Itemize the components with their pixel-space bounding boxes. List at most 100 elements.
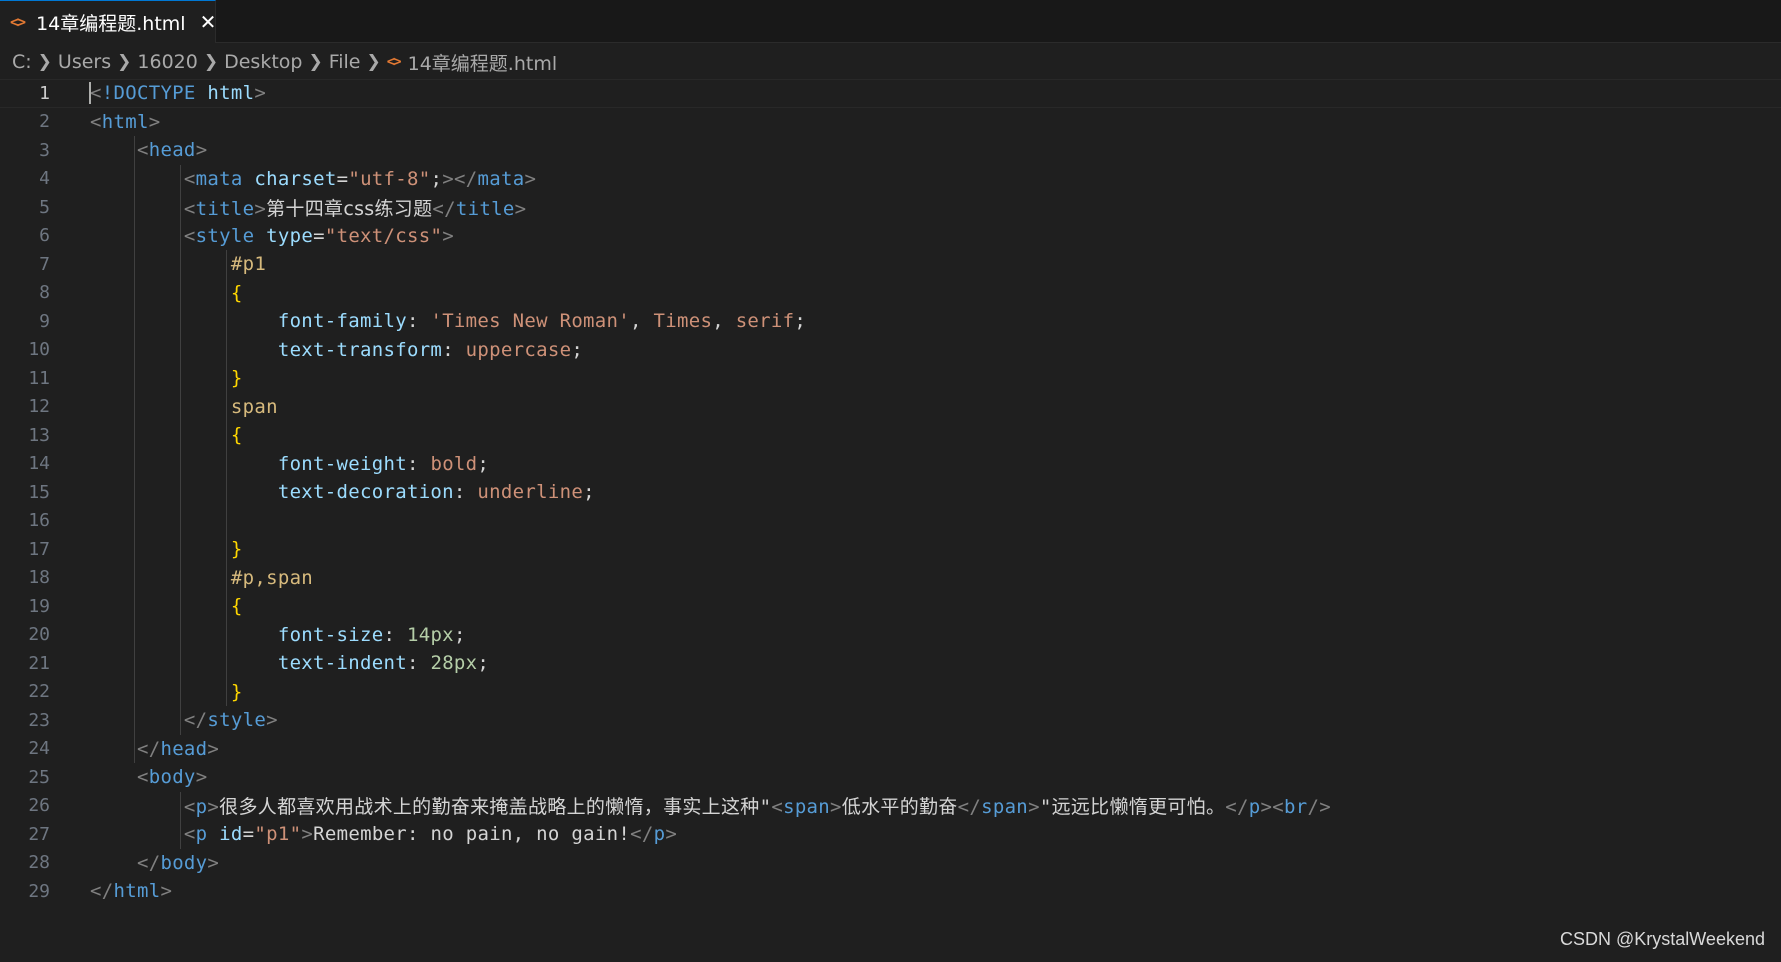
code-text: #p,span — [90, 567, 313, 589]
code-token: 远远比懒惰更可怕。 — [1051, 796, 1226, 819]
line-number[interactable]: 2 — [0, 111, 50, 132]
line-number[interactable]: 11 — [0, 368, 50, 389]
line-number[interactable]: 13 — [0, 425, 50, 446]
code-token: "utf-8" — [348, 167, 431, 190]
code-line[interactable]: 7 #p1 — [0, 250, 1781, 279]
line-number[interactable]: 16 — [0, 510, 50, 531]
code-token: " — [1039, 796, 1052, 819]
code-token: span — [230, 395, 278, 418]
line-number[interactable]: 17 — [0, 539, 50, 560]
code-line[interactable]: 8 { — [0, 279, 1781, 308]
line-number[interactable]: 18 — [0, 567, 50, 588]
code-token: "text/css" — [324, 224, 443, 247]
code-token: < — [136, 766, 149, 789]
code-token: p — [653, 823, 666, 846]
code-line[interactable]: 12 span — [0, 393, 1781, 422]
line-number[interactable]: 19 — [0, 596, 50, 617]
line-number[interactable]: 24 — [0, 738, 50, 759]
code-token: Times — [653, 310, 713, 333]
breadcrumb-item-users[interactable]: Users — [58, 51, 111, 73]
line-number[interactable]: 20 — [0, 624, 50, 645]
code-line[interactable]: 25 <body> — [0, 763, 1781, 792]
code-line[interactable]: 14 font-weight: bold; — [0, 450, 1781, 479]
code-token: html — [101, 110, 149, 133]
code-line[interactable]: 10 text-transform: uppercase; — [0, 336, 1781, 365]
code-token: < — [183, 796, 196, 819]
code-line[interactable]: 15 text-decoration: underline; — [0, 478, 1781, 507]
line-number[interactable]: 12 — [0, 396, 50, 417]
code-line[interactable]: 6 <style type="text/css"> — [0, 222, 1781, 251]
code-token: , — [712, 310, 736, 333]
code-token: { — [230, 281, 243, 304]
code-line[interactable]: 2 <html> — [0, 108, 1781, 137]
code-line[interactable]: 29 </html> — [0, 877, 1781, 906]
code-line[interactable]: 5 <title>第十四章css练习题</title> — [0, 193, 1781, 222]
code-token: </ — [136, 737, 161, 760]
tab-label: 14章编程题.html — [36, 12, 186, 35]
code-editor[interactable]: 1 <!DOCTYPE html> 2 <html> 3 <head> 4 <mata c… — [0, 79, 1781, 962]
code-token: : — [406, 452, 431, 475]
line-number[interactable]: 21 — [0, 653, 50, 674]
line-number[interactable]: 6 — [0, 225, 50, 246]
line-number[interactable]: 26 — [0, 795, 50, 816]
close-icon[interactable]: ✕ — [200, 10, 217, 34]
line-number[interactable]: 27 — [0, 824, 50, 845]
code-token: 低水平的勤奋 — [841, 796, 958, 819]
line-number[interactable]: 23 — [0, 710, 50, 731]
line-number[interactable]: 4 — [0, 168, 50, 189]
breadcrumb-item-user[interactable]: 16020 — [137, 51, 197, 73]
line-number[interactable]: 5 — [0, 197, 50, 218]
code-line[interactable]: 17 } — [0, 535, 1781, 564]
code-line[interactable]: 22 } — [0, 678, 1781, 707]
line-number[interactable]: 3 — [0, 140, 50, 161]
line-number[interactable]: 22 — [0, 681, 50, 702]
code-line[interactable]: 3 <head> — [0, 136, 1781, 165]
code-line[interactable]: 27 <p id="p1">Remember: no pain, no gain… — [0, 820, 1781, 849]
code-line[interactable]: 20 font-size: 14px; — [0, 621, 1781, 650]
breadcrumb-item-folder[interactable]: File — [329, 51, 361, 73]
code-line[interactable]: 16 — [0, 507, 1781, 536]
code-line[interactable]: 13 { — [0, 421, 1781, 450]
breadcrumb-item-desktop[interactable]: Desktop — [224, 51, 302, 73]
line-number[interactable]: 1 — [0, 83, 50, 104]
code-line[interactable]: 19 { — [0, 592, 1781, 621]
code-line[interactable]: 9 font-family: 'Times New Roman', Times,… — [0, 307, 1781, 336]
line-number[interactable]: 25 — [0, 767, 50, 788]
line-number[interactable]: 7 — [0, 254, 50, 275]
line-number[interactable]: 9 — [0, 311, 50, 332]
code-line[interactable]: 23 </style> — [0, 706, 1781, 735]
code-line[interactable]: 24 </head> — [0, 735, 1781, 764]
line-number[interactable]: 15 — [0, 482, 50, 503]
code-line[interactable]: 1 <!DOCTYPE html> — [0, 79, 1781, 108]
code-token: body — [160, 851, 208, 874]
line-number[interactable]: 14 — [0, 453, 50, 474]
code-text: <mata charset="utf-8";></mata> — [90, 168, 536, 190]
code-text: font-size: 14px; — [90, 624, 466, 646]
breadcrumb-item-file[interactable]: 14章编程题.html — [408, 49, 558, 76]
code-line[interactable]: 18 #p,span — [0, 564, 1781, 593]
line-number[interactable]: 29 — [0, 881, 50, 902]
chevron-right-icon: ❯ — [37, 52, 52, 72]
code-line[interactable]: 11 } — [0, 364, 1781, 393]
code-line[interactable]: 4 <mata charset="utf-8";></mata> — [0, 165, 1781, 194]
code-line[interactable]: 26 <p>很多人都喜欢用战术上的勤奋来掩盖战略上的懒惰，事实上这种"<span… — [0, 792, 1781, 821]
code-token: #p,span — [230, 566, 314, 589]
code-token: : — [406, 310, 431, 333]
code-line[interactable]: 28 </body> — [0, 849, 1781, 878]
line-number[interactable]: 10 — [0, 339, 50, 360]
code-token: > — [195, 139, 208, 162]
code-text: #p1 — [90, 253, 266, 275]
line-number[interactable]: 28 — [0, 852, 50, 873]
code-text: <style type="text/css"> — [90, 225, 454, 247]
code-token: = — [336, 167, 349, 190]
breadcrumb-item-drive[interactable]: C: — [12, 51, 32, 73]
tab-editor-file[interactable]: <> 14章编程题.html ✕ — [0, 0, 216, 43]
code-line[interactable]: 21 text-indent: 28px; — [0, 649, 1781, 678]
line-number[interactable]: 8 — [0, 282, 50, 303]
